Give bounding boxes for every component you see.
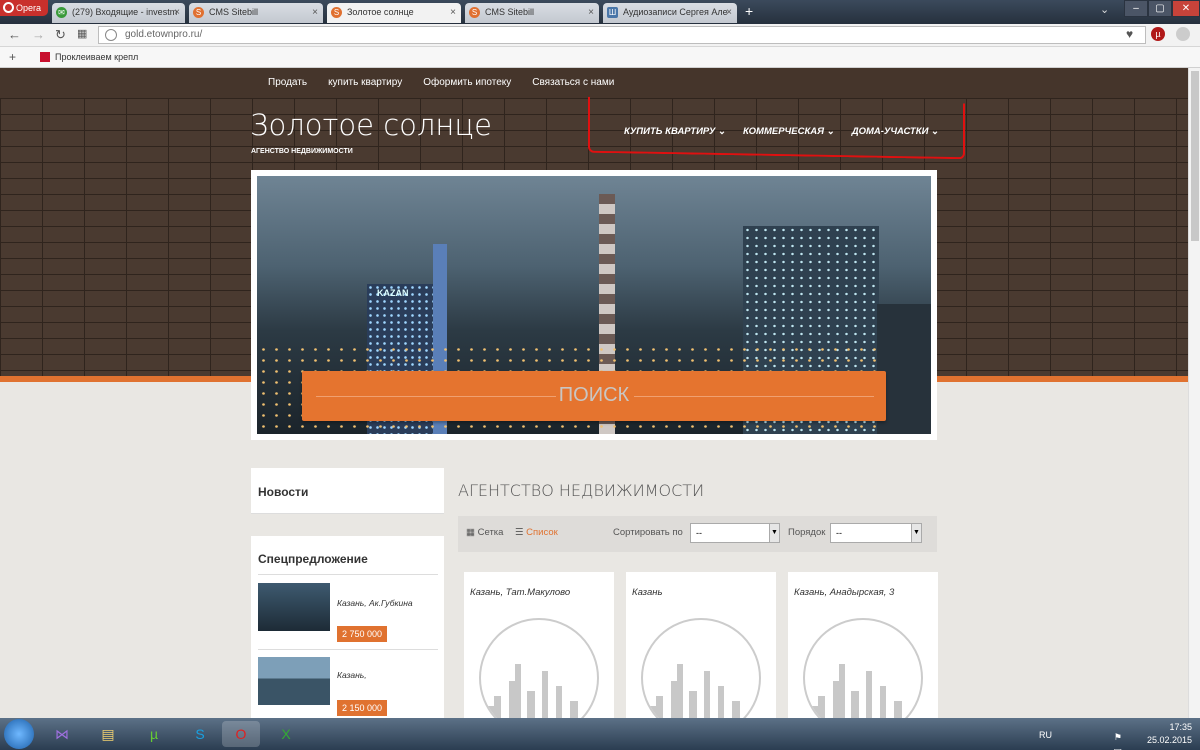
list-icon: ☰ [515, 527, 524, 538]
vk-icon: Ш [607, 7, 618, 18]
tab-cms-sitebill-2[interactable]: S CMS Sitebill × [465, 3, 599, 23]
view-grid-button[interactable]: ▦ Сетка [466, 527, 503, 538]
heart-icon[interactable]: ♥ [1126, 27, 1133, 41]
close-icon[interactable]: × [450, 3, 456, 22]
sort-label: Сортировать по [613, 527, 683, 538]
user-icon[interactable] [1176, 27, 1190, 41]
speed-dial-icon[interactable]: ▦ [77, 27, 87, 40]
sitebill-icon: S [193, 7, 204, 18]
no-photo-placeholder[interactable] [479, 618, 599, 718]
new-tab-button[interactable]: + [745, 3, 753, 19]
offer-price: 2 750 000 [337, 626, 388, 642]
system-tray: RU ⚑ ▭ ◂) 17:35 25.02.2015 [1039, 721, 1192, 750]
start-button[interactable] [4, 719, 34, 749]
utorrent-icon[interactable]: µ [136, 721, 172, 747]
close-icon[interactable]: × [174, 3, 180, 22]
skype-icon[interactable]: S [182, 721, 218, 747]
scrollbar-thumb[interactable] [1191, 71, 1199, 241]
red-annotation-outline [588, 96, 965, 160]
special-offers-title: Спецпредложение [258, 552, 368, 566]
browser-tab-bar: Opera ✉ (279) Входящие - investm × S CMS Si… [0, 0, 1200, 24]
close-icon[interactable]: × [726, 3, 732, 22]
order-label: Порядок [788, 527, 826, 538]
bookmark-item[interactable]: Проклеиваем крепл [55, 52, 138, 62]
search-label: ПОИСК [558, 384, 630, 406]
news-widget: Новости [251, 468, 444, 514]
back-button[interactable]: ← [8, 27, 21, 42]
tab-menu-icon[interactable]: ⌄ [1100, 3, 1109, 16]
city-skyline-icon [810, 664, 902, 718]
search-button[interactable]: ПОИСК [302, 371, 886, 421]
listing-card[interactable]: Казань, Анадырская, 3 [788, 572, 938, 718]
view-list-button[interactable]: ☰ Список [515, 527, 558, 538]
web-page: Продать купить квартиру Оформить ипотеку… [0, 68, 1188, 718]
sort-select[interactable]: -- ▼ [690, 523, 780, 543]
tab-audio[interactable]: Ш Аудиозаписи Сергея Але × [603, 3, 737, 23]
no-photo-placeholder[interactable] [641, 618, 761, 718]
order-select[interactable]: -- ▼ [830, 523, 922, 543]
listing-toolbar: ▦ Сетка ☰ Список Сортировать по -- ▼ Поря… [458, 516, 937, 552]
visual-studio-icon[interactable]: ⋈ [44, 721, 80, 747]
hero-sign-text: KAZAN [377, 288, 409, 298]
tray-icons[interactable]: ⚑ ▭ ◂) [1114, 731, 1123, 750]
no-photo-placeholder[interactable] [803, 618, 923, 718]
reload-button[interactable]: ↻ [55, 27, 66, 43]
news-title[interactable]: Новости [258, 485, 308, 499]
sitebill-icon: S [331, 7, 342, 18]
address-toolbar: ← → ↻ ▦ gold.etownpro.ru/ ♥ µ [0, 24, 1200, 47]
grid-icon: ▦ [466, 527, 475, 538]
minimize-button[interactable]: – [1124, 0, 1148, 17]
tab-cms-sitebill[interactable]: S CMS Sitebill × [189, 3, 323, 23]
nav-link-sell[interactable]: Продать [268, 77, 307, 88]
site-subtitle: АГЕНСТВО НЕДВИЖИМОСТИ [251, 148, 353, 155]
add-bookmark-button[interactable]: + [9, 50, 16, 64]
nav-link-contact[interactable]: Связаться с нами [532, 77, 614, 88]
sitebill-icon: S [469, 7, 480, 18]
listing-card[interactable]: Казань [626, 572, 776, 718]
offer-location[interactable]: Казань, Ак.Губкина [337, 598, 413, 608]
special-offers-widget: Спецпредложение Казань, Ак.Губкина 2 750… [251, 536, 444, 718]
dropdown-arrow-icon: ▼ [911, 524, 921, 542]
tab-inbox[interactable]: ✉ (279) Входящие - investm × [52, 3, 185, 23]
listing-card[interactable]: Казань, Тат.Макулово [464, 572, 614, 718]
excel-icon[interactable]: X [268, 721, 304, 747]
url-input[interactable]: gold.etownpro.ru/ [98, 26, 1146, 44]
offer-location[interactable]: Казань, [337, 670, 367, 680]
bookmarks-bar: + Проклеиваем крепл [0, 47, 1200, 68]
city-skyline-icon [486, 664, 578, 718]
top-navigation: Продать купить квартиру Оформить ипотеку… [0, 68, 1188, 98]
pinterest-icon [40, 52, 50, 62]
listing-location[interactable]: Казань, Тат.Макулово [470, 587, 570, 598]
listing-location[interactable]: Казань [632, 587, 663, 598]
city-skyline-icon [648, 664, 740, 718]
clock-date[interactable]: 25.02.2015 [1147, 734, 1192, 747]
listing-location[interactable]: Казань, Анадырская, 3 [794, 587, 894, 598]
site-title[interactable]: Золотое солнце [250, 108, 492, 142]
windows-taskbar: ⋈ ▤ µ S O X RU ⚑ ▭ ◂) 17:35 25.02.2015 [0, 718, 1200, 750]
forward-button[interactable]: → [32, 27, 45, 42]
language-indicator[interactable]: RU [1039, 729, 1052, 742]
offer-price: 2 150 000 [337, 700, 388, 716]
tab-zolotoe-solnce[interactable]: S Золотое солнце × [327, 3, 461, 23]
globe-icon [105, 29, 117, 41]
opera-taskbar-icon[interactable]: O [222, 721, 260, 747]
offer-photo[interactable] [258, 583, 330, 631]
close-icon[interactable]: × [312, 3, 318, 22]
nav-link-mortgage[interactable]: Оформить ипотеку [423, 77, 511, 88]
page-scrollbar[interactable] [1188, 68, 1200, 718]
close-icon[interactable]: × [588, 3, 594, 22]
opera-icon [3, 2, 14, 13]
nav-link-buy-apartment[interactable]: купить квартиру [328, 77, 402, 88]
mail-icon: ✉ [56, 7, 67, 18]
maximize-button[interactable]: ▢ [1148, 0, 1172, 17]
opera-menu-button[interactable]: Opera [0, 0, 48, 16]
clock-time[interactable]: 17:35 [1147, 721, 1192, 734]
file-explorer-icon[interactable]: ▤ [90, 721, 126, 747]
dropdown-arrow-icon: ▼ [769, 524, 779, 542]
content-title: АГЕНТСТВО НЕДВИЖИМОСТИ [458, 481, 705, 500]
offer-photo[interactable] [258, 657, 330, 705]
close-window-button[interactable]: ✕ [1172, 0, 1200, 17]
adblock-icon[interactable]: µ [1151, 27, 1165, 41]
